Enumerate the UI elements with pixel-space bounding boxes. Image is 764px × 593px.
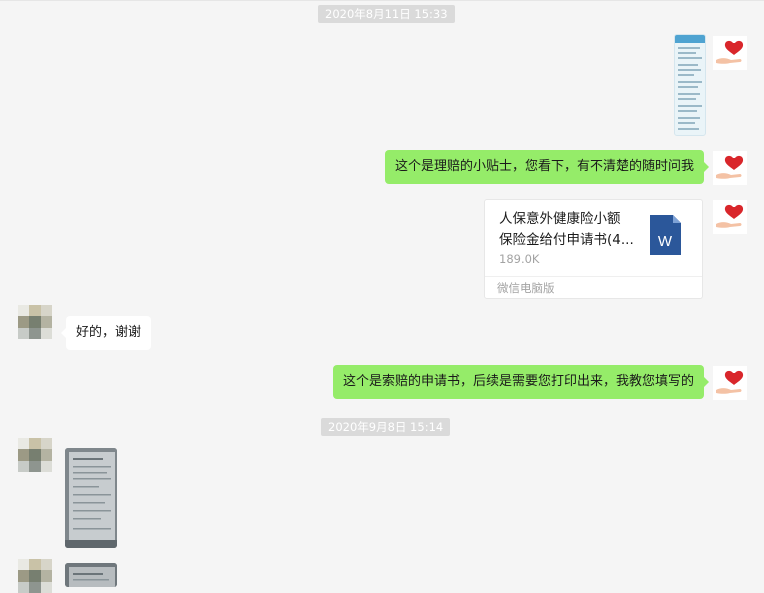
message-bubble-received[interactable]: 好的，谢谢 [60, 316, 152, 350]
contact-avatar[interactable] [18, 438, 52, 472]
message-bubble-sent[interactable]: 这个是理赔的小贴士，您看下，有不清楚的随时问我 [384, 150, 710, 184]
tips-image-content [675, 35, 705, 130]
timestamp: 2020年9月8日 15:14 [321, 418, 451, 436]
heart-hand-icon [716, 155, 744, 179]
heart-hand-icon [716, 40, 744, 64]
word-file-icon: W [650, 215, 681, 255]
received-photo-thumbnail[interactable] [65, 563, 117, 587]
file-size: 189.0K [499, 252, 540, 266]
received-photo-thumbnail[interactable] [65, 448, 117, 548]
file-source-label: 微信电脑版 [497, 281, 555, 295]
my-avatar[interactable] [713, 151, 747, 185]
my-avatar[interactable] [713, 36, 747, 70]
contact-avatar[interactable] [18, 559, 52, 593]
document-photo-content [65, 448, 117, 548]
file-message-card[interactable]: 人保意外健康险小额 保险金给付申请书(4... W 189.0K 微信电脑版 [484, 199, 703, 299]
message-text: 这个是索赔的申请书，后续是需要您打印出来，我教您填写的 [342, 374, 694, 389]
my-avatar[interactable] [713, 366, 747, 400]
document-photo-content [65, 563, 117, 587]
top-divider [0, 0, 764, 1]
timestamp: 2020年8月11日 15:33 [318, 5, 455, 23]
my-avatar[interactable] [713, 200, 747, 234]
contact-avatar[interactable] [18, 305, 52, 339]
heart-hand-icon [716, 204, 744, 228]
heart-hand-icon [716, 370, 744, 394]
file-name: 人保意外健康险小额 保险金给付申请书(4... [499, 211, 634, 248]
message-text: 这个是理赔的小贴士，您看下，有不清楚的随时问我 [394, 159, 694, 174]
svg-text:W: W [658, 233, 673, 250]
file-card-divider [485, 276, 702, 277]
message-text: 好的，谢谢 [76, 325, 142, 340]
message-bubble-sent[interactable]: 这个是索赔的申请书，后续是需要您打印出来，我教您填写的 [332, 365, 710, 399]
tips-image-thumbnail[interactable] [674, 34, 706, 136]
